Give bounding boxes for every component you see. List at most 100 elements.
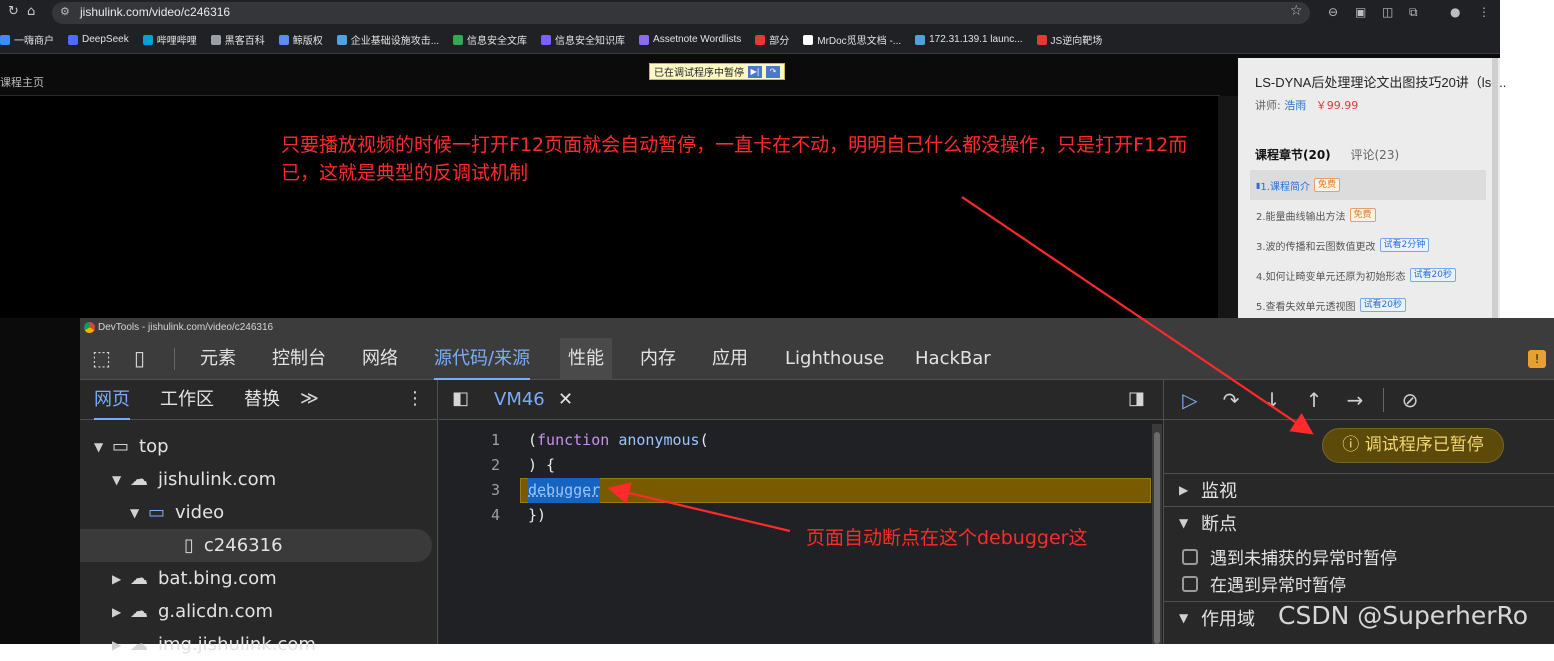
pause-uncaught-option[interactable]: 遇到未捕获的异常时暂停 bbox=[1163, 543, 1554, 570]
navigator-tab[interactable]: 工作区 bbox=[160, 380, 214, 420]
chapter-item[interactable]: 3.波的传播和云图数值更改 试看2分钟 bbox=[1250, 230, 1486, 260]
bookmark-item[interactable]: 部分 bbox=[755, 32, 789, 47]
device-toolbar-icon[interactable]: ▯ bbox=[134, 346, 145, 370]
breadcrumb[interactable]: 课程主页 bbox=[0, 74, 44, 90]
reload-icon[interactable]: ↻ bbox=[8, 4, 19, 19]
section-breakpoints[interactable]: ▼ 断点 bbox=[1163, 506, 1554, 538]
bookmark-label: MrDoc觅思文档 -... bbox=[817, 36, 902, 47]
bookmark-star-icon[interactable]: ☆ bbox=[1290, 3, 1303, 19]
devtools-tab[interactable]: 网络 bbox=[362, 338, 398, 380]
extension-icon[interactable]: ▣ bbox=[1355, 5, 1366, 19]
devtools-tab[interactable]: 性能 bbox=[560, 338, 612, 380]
devtools-tab[interactable]: 应用 bbox=[712, 338, 748, 380]
address-bar[interactable] bbox=[52, 2, 1310, 24]
bookmark-item[interactable]: JS逆向靶场 bbox=[1036, 32, 1103, 47]
home-icon[interactable]: ⌂ bbox=[27, 4, 35, 19]
bookmark-item[interactable]: 172.31.139.1 launc... bbox=[915, 34, 1023, 45]
tree-item[interactable]: ▯ c246316 bbox=[80, 529, 432, 562]
chevron-right-icon[interactable]: ▶ bbox=[112, 572, 130, 586]
step-into-icon[interactable]: ↓ bbox=[1258, 386, 1286, 414]
chapter-item[interactable]: ▮ 1.课程简介 免费 bbox=[1250, 170, 1486, 200]
section-watch[interactable]: ▶ 监视 bbox=[1163, 473, 1554, 505]
bookmark-favicon-icon bbox=[453, 34, 464, 45]
menu-icon[interactable]: ⋮ bbox=[1478, 5, 1490, 19]
tree-item-label: img.jishulink.com bbox=[158, 634, 316, 655]
editor-file-tab[interactable]: VM46 bbox=[494, 380, 545, 420]
step-over-icon[interactable]: ↷ bbox=[1217, 386, 1245, 414]
pause-caught-option[interactable]: 在遇到异常时暂停 bbox=[1163, 570, 1554, 597]
bookmark-item[interactable]: DeepSeek bbox=[68, 34, 129, 45]
chapter-badge: 免费 bbox=[1349, 208, 1376, 222]
devtools-tab[interactable]: 源代码/来源 bbox=[434, 338, 531, 380]
bookmark-label: JS逆向靶场 bbox=[1050, 36, 1103, 47]
line-number[interactable]: 1 bbox=[470, 428, 500, 453]
code-line: 1 (function anonymous( bbox=[470, 428, 709, 453]
extension-icon[interactable]: ⊖ bbox=[1328, 5, 1338, 19]
tree-item[interactable]: ▼ ▭ top bbox=[80, 430, 432, 463]
chapter-item[interactable]: 5.查看失效单元透视图 试看20秒 bbox=[1250, 290, 1486, 320]
scrollbar-thumb[interactable] bbox=[1154, 432, 1160, 644]
step-over-icon[interactable]: ↷ bbox=[766, 65, 780, 78]
devtools-tab[interactable]: 控制台 bbox=[272, 338, 326, 380]
checkbox[interactable] bbox=[1182, 548, 1198, 565]
tab-comments[interactable]: 评论(23) bbox=[1351, 148, 1400, 162]
toggle-navigator-icon[interactable]: ◧ bbox=[452, 388, 469, 409]
chevron-right-icon[interactable]: ▶ bbox=[112, 605, 130, 619]
bookmark-item[interactable]: MrDoc觅思文档 -... bbox=[803, 32, 901, 47]
bookmark-item[interactable]: 哔哩哔哩 bbox=[142, 32, 197, 47]
line-number[interactable]: 4 bbox=[470, 503, 500, 528]
bookmark-item[interactable]: 黑客百科 bbox=[210, 32, 265, 47]
bookmark-item[interactable]: 一嗨商户 bbox=[0, 32, 54, 47]
bookmark-item[interactable]: 信息安全文库 bbox=[453, 32, 527, 47]
bookmark-label: 鲸版权 bbox=[292, 36, 323, 47]
warning-icon[interactable]: ! bbox=[1528, 350, 1546, 368]
inspect-element-icon[interactable]: ⬚ bbox=[92, 346, 111, 370]
video-player[interactable] bbox=[0, 96, 1218, 318]
tree-item[interactable]: ▶ ☁ bat.bing.com bbox=[80, 562, 432, 595]
tab-chapters[interactable]: 课程章节(20) bbox=[1255, 148, 1331, 162]
step-out-icon[interactable]: ↑ bbox=[1300, 386, 1328, 414]
deactivate-breakpoints-icon[interactable]: ⊘ bbox=[1396, 386, 1424, 414]
more-options-icon[interactable]: ⋮ bbox=[406, 388, 424, 409]
navigator-tab[interactable]: 网页 bbox=[94, 380, 130, 420]
lecturer-name[interactable]: 浩雨 bbox=[1284, 99, 1306, 112]
devtools-tab[interactable]: 元素 bbox=[200, 338, 236, 380]
extension-icon[interactable]: ◫ bbox=[1382, 5, 1393, 19]
extensions-puzzle-icon[interactable]: ⧉ bbox=[1409, 5, 1418, 20]
tree-item[interactable]: ▶ ☁ img.jishulink.com bbox=[80, 628, 432, 661]
source-code[interactable]: 1 (function anonymous( 2 ) { 3 debugger … bbox=[470, 428, 709, 528]
devtools-tab[interactable]: HackBar bbox=[915, 338, 991, 380]
line-number[interactable]: 3 bbox=[470, 478, 500, 503]
chevron-down-icon[interactable]: ▼ bbox=[94, 440, 112, 454]
bookmark-label: 一嗨商户 bbox=[14, 36, 54, 47]
devtools-tab[interactable]: Lighthouse bbox=[785, 338, 884, 380]
close-icon[interactable]: ✕ bbox=[558, 380, 573, 420]
tree-item[interactable]: ▼ ▭ video bbox=[80, 496, 432, 529]
navigator-tab[interactable]: 替换 bbox=[244, 380, 280, 420]
more-tabs-icon[interactable]: ≫ bbox=[300, 388, 319, 409]
tree-item[interactable]: ▼ ☁ jishulink.com bbox=[80, 463, 432, 496]
bookmark-item[interactable]: 信息安全知识库 bbox=[541, 32, 625, 47]
toggle-debugger-icon[interactable]: ◨ bbox=[1128, 388, 1145, 409]
annotation-note: 只要播放视频的时候一打开F12页面就会自动暂停，一直卡在不动，明明自己什么都没操… bbox=[281, 134, 1188, 184]
bookmark-favicon-icon bbox=[915, 34, 926, 45]
resume-icon[interactable]: ▶| bbox=[748, 65, 762, 78]
resume-icon[interactable]: ▷ bbox=[1176, 386, 1204, 414]
chapter-item[interactable]: 2.能量曲线输出方法 免费 bbox=[1250, 200, 1486, 230]
chevron-down-icon[interactable]: ▼ bbox=[112, 473, 130, 487]
devtools-tab[interactable]: 内存 bbox=[640, 338, 676, 380]
step-icon[interactable]: → bbox=[1341, 386, 1369, 414]
debugger-statement[interactable]: debugger bbox=[528, 478, 601, 503]
bookmark-item[interactable]: Assetnote Wordlists bbox=[639, 34, 741, 45]
scrollbar[interactable] bbox=[1492, 58, 1498, 318]
chevron-right-icon[interactable]: ▶ bbox=[112, 638, 130, 652]
chapter-item[interactable]: 4.如何让畸变单元还原为初始形态 试看20秒 bbox=[1250, 260, 1486, 290]
chevron-down-icon[interactable]: ▼ bbox=[130, 506, 148, 520]
bookmark-item[interactable]: 鲸版权 bbox=[278, 32, 323, 47]
profile-icon[interactable]: ● bbox=[1450, 5, 1460, 19]
tree-item[interactable]: ▶ ☁ g.alicdn.com bbox=[80, 595, 432, 628]
line-number[interactable]: 2 bbox=[470, 453, 500, 478]
site-info-icon[interactable]: ⚙ bbox=[60, 5, 70, 18]
checkbox[interactable] bbox=[1182, 575, 1198, 592]
bookmark-item[interactable]: 企业基础设施攻击... bbox=[336, 32, 439, 47]
